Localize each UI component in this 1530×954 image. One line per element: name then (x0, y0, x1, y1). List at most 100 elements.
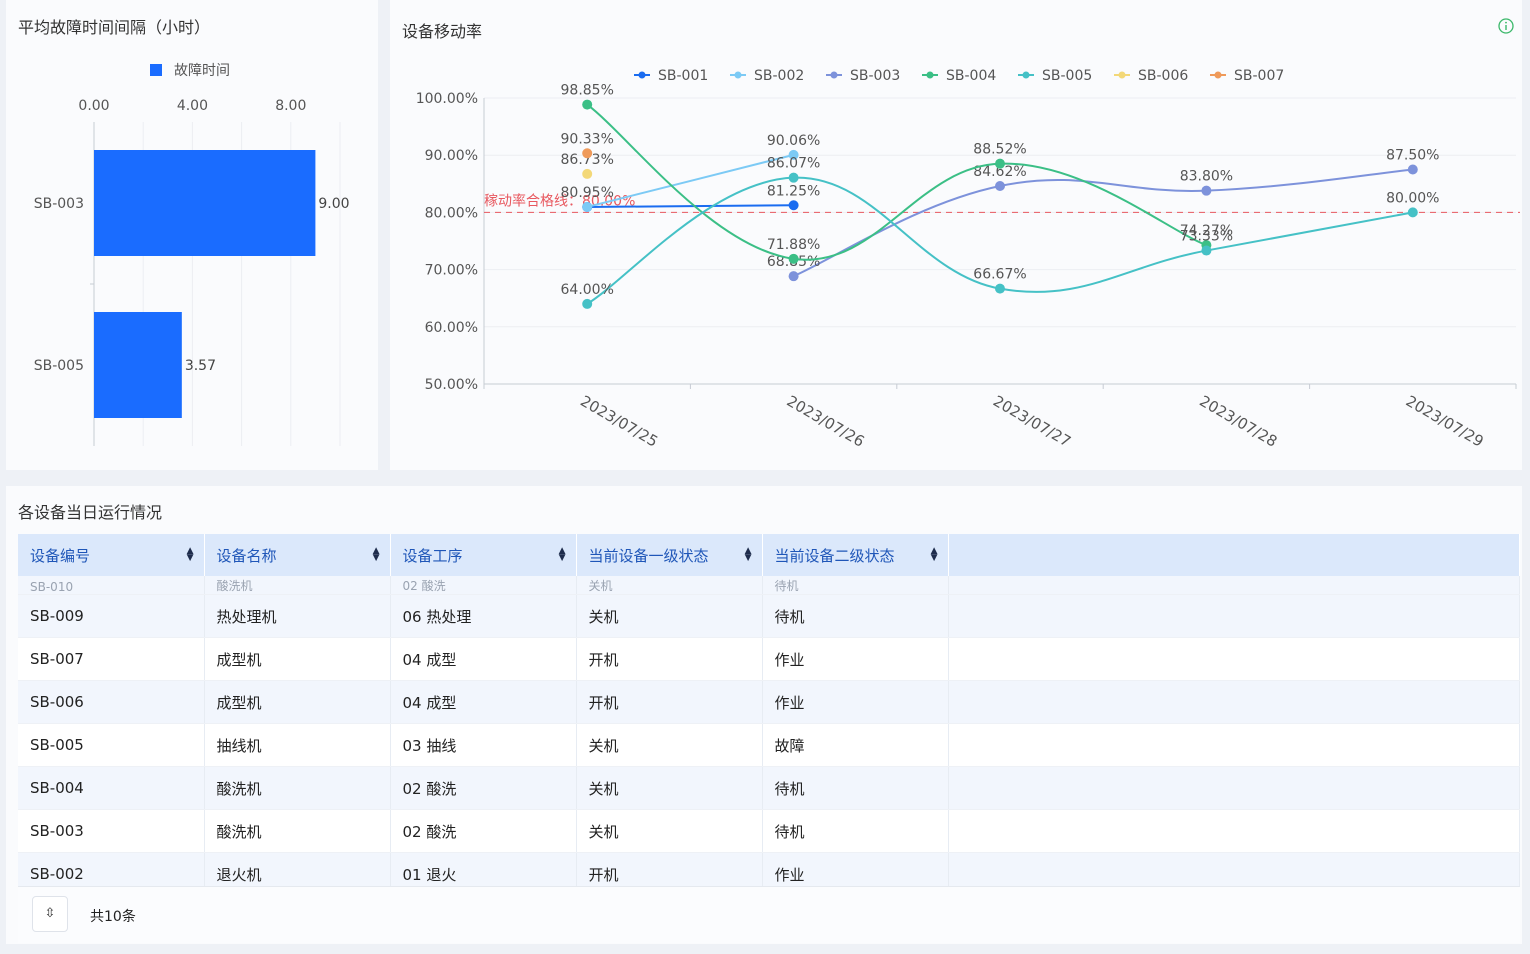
data-label: 64.00% (561, 282, 614, 298)
data-point (995, 158, 1005, 169)
table-cell: 06 热处理 (390, 594, 577, 638)
column-header-label: 当前设备一级状态 (588, 546, 709, 565)
sort-icon[interactable]: ▲ ▼ (187, 547, 194, 563)
column-header-status-1[interactable]: 当前设备一级状态 ▲ ▼ (576, 534, 763, 576)
x-tick-label: 2023/07/25 (577, 392, 661, 451)
data-label: 66.67% (973, 267, 1026, 283)
device-status-table-wrap[interactable]: 设备编号 ▲ ▼ 设备名称 ▲ ▼ 设备工序 ▲ ▼ 当前设备一级状态 ▲ ▼ 当前设备二级状态… (18, 534, 1520, 886)
table-row[interactable]: SB-006 成型机 04 成型 开机 作业 (18, 680, 1520, 724)
legend-marker (1214, 71, 1222, 79)
legend-label: SB-001 (658, 68, 708, 84)
x-tick-label: 8.00 (275, 98, 306, 114)
legend-swatch (150, 64, 162, 76)
bar (94, 150, 316, 256)
table-cell: 成型机 (204, 680, 391, 724)
sort-icon[interactable]: ▲ ▼ (373, 547, 380, 563)
legend-label: SB-003 (850, 68, 900, 84)
y-tick-label: 90.00% (425, 148, 478, 164)
bar-value-label: 3.57 (185, 358, 216, 374)
data-label: 80.95% (561, 185, 614, 201)
table-cell: 开机 (576, 852, 763, 886)
table-cell: 关机 (576, 809, 763, 853)
legend-marker (734, 71, 742, 79)
page-size-toggle-icon[interactable]: ⇳ (32, 896, 68, 932)
legend-marker (830, 71, 838, 79)
table-cell (948, 576, 1520, 595)
legend-label: SB-007 (1234, 68, 1284, 84)
table-row[interactable]: SB-004 酸洗机 02 酸洗 关机 待机 (18, 766, 1520, 810)
table-cell: 04 成型 (390, 680, 577, 724)
sort-icon[interactable]: ▲ ▼ (745, 547, 752, 563)
table-cell: SB-005 (18, 723, 205, 767)
table-cell: 成型机 (204, 637, 391, 681)
table-cell: 关机 (576, 576, 763, 595)
table-cell: 01 退火 (390, 852, 577, 886)
column-header-process[interactable]: 设备工序 ▲ ▼ (390, 534, 577, 576)
data-point (582, 148, 593, 159)
column-header-device-name[interactable]: 设备名称 ▲ ▼ (204, 534, 391, 576)
data-label: 80.00% (1386, 190, 1439, 206)
table-cell: 待机 (762, 576, 949, 595)
data-label: 90.06% (767, 133, 820, 149)
table-cell: 故障 (762, 723, 949, 767)
table-row[interactable]: SB-010 酸洗机 02 酸洗 关机 待机 (18, 576, 1520, 595)
mtbf-chart-panel: 平均故障时间间隔（小时） 故障时间 0.00 4.00 8.00 SB-003 9.00 S… (6, 0, 378, 470)
table-cell: 热处理机 (204, 594, 391, 638)
table-cell: 待机 (762, 809, 949, 853)
table-cell (948, 680, 1520, 724)
device-status-table: 设备编号 ▲ ▼ 设备名称 ▲ ▼ 设备工序 ▲ ▼ 当前设备一级状态 ▲ ▼ 当前设备二级状态… (18, 534, 1520, 886)
table-cell (948, 723, 1520, 767)
utilization-chart-panel: 设备移动率 SB-001 SB-002 SB-003 SB-004 SB-005 SB-0… (390, 0, 1522, 470)
table-cell (948, 637, 1520, 681)
y-tick-label: SB-005 (34, 358, 84, 374)
series-line (586, 103, 1207, 261)
data-point (788, 253, 799, 264)
legend-marker (926, 71, 934, 79)
table-cell (948, 852, 1520, 886)
table-cell: 酸洗机 (204, 576, 391, 595)
table-row[interactable]: SB-007 成型机 04 成型 开机 作业 (18, 637, 1520, 681)
table-row[interactable]: SB-005 抽线机 03 抽线 关机 故障 (18, 723, 1520, 767)
table-cell: 酸洗机 (204, 766, 391, 810)
data-label: 81.25% (767, 183, 820, 199)
column-header-device-id[interactable]: 设备编号 ▲ ▼ (18, 534, 205, 576)
table-cell (948, 594, 1520, 638)
legend-marker (1118, 71, 1126, 79)
table-row[interactable]: SB-009 热处理机 06 热处理 关机 待机 (18, 594, 1520, 638)
sort-icon[interactable]: ▲ ▼ (559, 547, 566, 563)
table-row[interactable]: SB-003 酸洗机 02 酸洗 关机 待机 (18, 809, 1520, 853)
legend-label: 故障时间 (174, 63, 230, 79)
x-tick-label: 4.00 (177, 98, 208, 114)
column-header-status-2[interactable]: 当前设备二级状态 ▲ ▼ (762, 534, 949, 576)
device-status-panel: 各设备当日运行情况 设备编号 ▲ ▼ 设备名称 ▲ ▼ 设备工序 ▲ ▼ 当前设备一级状态 ▲… (6, 486, 1522, 944)
x-tick-label: 2023/07/29 (1403, 392, 1487, 451)
table-cell: 03 抽线 (390, 723, 577, 767)
data-point (788, 271, 799, 282)
table-cell: SB-002 (18, 852, 205, 886)
table-cell: 作业 (762, 680, 949, 724)
mtbf-bar-chart: 故障时间 0.00 4.00 8.00 SB-003 9.00 SB-005 3.57 (34, 63, 350, 446)
y-tick-label: 60.00% (425, 320, 478, 336)
legend-marker (1022, 71, 1030, 79)
column-header-empty (948, 534, 1520, 576)
column-header-label: 当前设备二级状态 (774, 546, 895, 565)
data-point (995, 180, 1005, 191)
table-cell: 02 酸洗 (390, 766, 577, 810)
x-tick-label: 0.00 (78, 98, 109, 114)
table-cell: SB-007 (18, 637, 205, 681)
table-cell: 开机 (576, 680, 763, 724)
bar (94, 312, 182, 418)
table-row[interactable]: SB-002 退火机 01 退火 开机 作业 (18, 852, 1520, 886)
sort-icon[interactable]: ▲ ▼ (931, 547, 938, 563)
legend-label: SB-002 (754, 68, 804, 84)
device-status-title: 各设备当日运行情况 (18, 503, 163, 522)
bar-value-label: 9.00 (318, 196, 349, 212)
table-cell: SB-009 (18, 594, 205, 638)
data-label: 88.52% (973, 142, 1026, 158)
table-cell: 待机 (762, 594, 949, 638)
y-tick-label: 70.00% (425, 263, 478, 279)
y-tick-label: 50.00% (425, 377, 478, 393)
data-label: 90.33% (561, 131, 614, 147)
legend-label: SB-005 (1042, 68, 1092, 84)
data-point (1201, 245, 1212, 256)
